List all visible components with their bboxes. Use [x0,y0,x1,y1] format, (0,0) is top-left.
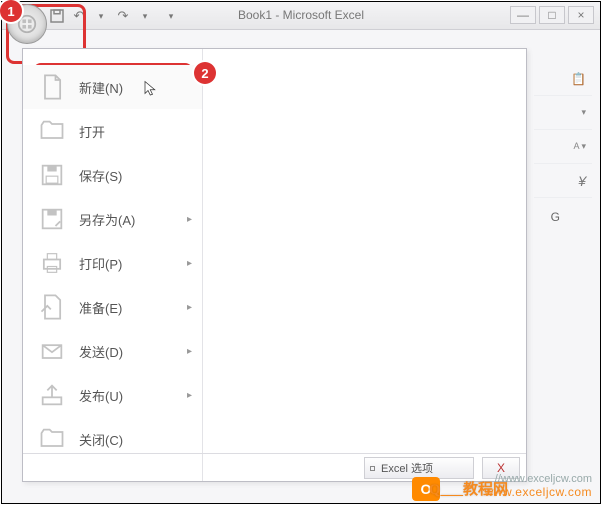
menu-item-prepare[interactable]: 准备(E) ▸ [23,285,202,329]
side-icon-1[interactable]: 📋 [534,62,592,96]
close-folder-icon [37,424,67,454]
new-file-icon [37,72,67,102]
qat-redo-icon[interactable]: ↷ [114,7,132,25]
menu-label-close: 关闭(C) [79,430,123,449]
menu-label-print: 打印(P) [79,254,122,273]
minimize-button[interactable]: — [510,6,536,24]
menu-list: 新建(N) 打开 保存(S) 另存为(A) ▸ [23,49,203,481]
menu-item-new[interactable]: 新建(N) [23,65,202,109]
menu-label-open: 打开 [79,122,105,141]
prepare-icon [37,292,67,322]
save-icon [37,160,67,190]
menu-item-send[interactable]: 发送(D) ▸ [23,329,202,373]
column-header-g[interactable]: G [551,210,560,224]
menu-item-save[interactable]: 保存(S) [23,153,202,197]
dropdown-icon: A ▾ [573,141,586,152]
menu-label-send: 发送(D) [79,342,123,361]
paste-icon: 📋 [571,72,586,86]
font-dropdown-icon: ▾ [581,107,586,118]
send-icon [37,336,67,366]
chevron-right-icon: ▸ [187,258,192,269]
menu-item-publish[interactable]: 发布(U) ▸ [23,373,202,417]
chevron-right-icon: ▸ [187,346,192,357]
mouse-cursor-icon [142,80,160,103]
side-currency: ¥ [534,164,592,198]
qat-down1-icon[interactable]: ▾ [92,7,110,25]
close-window-button[interactable]: × [568,6,594,24]
menu-label-publish: 发布(U) [79,386,123,405]
app-window: Book1 - Microsoft Excel ↶ ▾ ↷ ▾ ▾ — □ × … [1,1,601,504]
saveas-icon [37,204,67,234]
menu-item-print[interactable]: 打印(P) ▸ [23,241,202,285]
worksheet-edge: 📋 ▾ A ▾ ¥ [534,62,592,460]
chevron-right-icon: ▸ [187,302,192,313]
options-label: Excel 选项 [381,460,433,476]
excel-options-button[interactable]: Excel 选项 [364,457,474,479]
menu-label-saveas: 另存为(A) [79,210,135,229]
chevron-right-icon: ▸ [187,214,192,225]
title-bar: Book1 - Microsoft Excel ↶ ▾ ↷ ▾ ▾ — □ × [2,2,600,30]
menu-label-new: 新建(N) [79,78,123,97]
menu-label-save: 保存(S) [79,166,122,185]
office-menu-panel: 新建(N) 打开 保存(S) 另存为(A) ▸ [22,48,527,482]
open-folder-icon [37,116,67,146]
watermark-url: www.exceljcw.com [485,485,592,499]
menu-footer: Excel 选项 X [23,453,526,481]
menu-item-saveas[interactable]: 另存为(A) ▸ [23,197,202,241]
qat-down2-icon[interactable]: ▾ [136,7,154,25]
publish-icon [37,380,67,410]
qat-more-icon[interactable]: ▾ [162,7,180,25]
menu-item-open[interactable]: 打开 [23,109,202,153]
maximize-button[interactable]: □ [539,6,565,24]
chevron-right-icon: ▸ [187,390,192,401]
menu-label-prepare: 准备(E) [79,298,122,317]
window-controls: — □ × [510,6,594,24]
watermark-url-top: //www.exceljcw.com [495,473,592,485]
annotation-badge-1: 1 [0,0,22,22]
window-title: Book1 - Microsoft Excel [238,8,364,22]
options-icon [370,466,375,471]
print-icon [37,248,67,278]
side-icon-2[interactable]: ▾ [534,96,592,130]
annotation-badge-2: 2 [194,62,216,84]
side-icon-3[interactable]: A ▾ [534,130,592,164]
